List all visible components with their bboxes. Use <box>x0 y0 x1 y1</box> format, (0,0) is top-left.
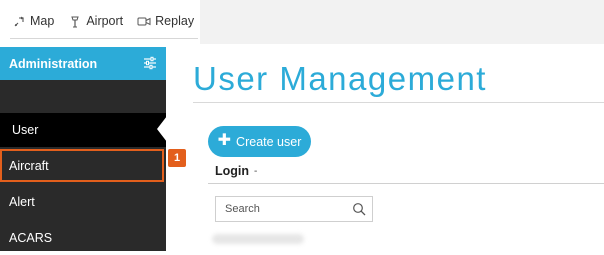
page-title: User Management <box>193 60 487 97</box>
sliders-icon[interactable] <box>142 55 158 71</box>
sidebar-item-acars[interactable]: ACARS <box>0 221 166 255</box>
sidebar-item-user[interactable]: User <box>0 113 166 147</box>
video-camera-icon <box>137 14 151 28</box>
airport-icon <box>68 14 82 28</box>
column-header-label: Login <box>215 164 250 178</box>
table-row[interactable] <box>212 234 304 244</box>
plus-icon: ✚ <box>217 132 232 149</box>
sidebar-item-label: Aircraft <box>9 158 49 173</box>
top-nav: Map Airport Replay <box>12 14 194 28</box>
nav-airport[interactable]: Airport <box>68 14 123 28</box>
nav-map-label: Map <box>30 14 55 28</box>
search-icon[interactable] <box>352 202 366 216</box>
nav-airport-label: Airport <box>86 14 124 28</box>
table-header-divider <box>208 183 604 184</box>
create-user-label: Create user <box>236 134 302 149</box>
search-field <box>215 196 373 222</box>
nav-map[interactable]: Map <box>12 14 54 28</box>
column-header-login[interactable]: Login - <box>215 164 257 178</box>
sort-indicator-icon: - <box>254 165 258 177</box>
create-user-button[interactable]: ✚ Create user <box>208 126 311 157</box>
sidebar-item-alert[interactable]: Alert <box>0 185 166 219</box>
title-divider <box>193 102 604 103</box>
nav-replay[interactable]: Replay <box>137 14 194 28</box>
sidebar-item-label: Alert <box>9 195 35 209</box>
toolbar-divider <box>10 38 198 39</box>
sidebar-header: Administration <box>0 47 166 80</box>
sidebar: Administration User Aircraft Alert ACARS <box>0 47 166 251</box>
nav-replay-label: Replay <box>155 14 195 28</box>
search-input[interactable] <box>223 202 355 216</box>
sidebar-item-label: User <box>12 123 39 137</box>
active-item-pointer <box>157 116 167 142</box>
top-toolbar: Map Airport Replay <box>0 0 604 44</box>
sidebar-item-label: ACARS <box>9 231 53 245</box>
sidebar-item-aircraft[interactable]: Aircraft <box>0 149 164 182</box>
sidebar-title: Administration <box>9 56 98 71</box>
toolbar-background <box>200 0 604 44</box>
map-pin-icon <box>12 14 26 28</box>
step-number-badge: 1 <box>168 149 186 167</box>
